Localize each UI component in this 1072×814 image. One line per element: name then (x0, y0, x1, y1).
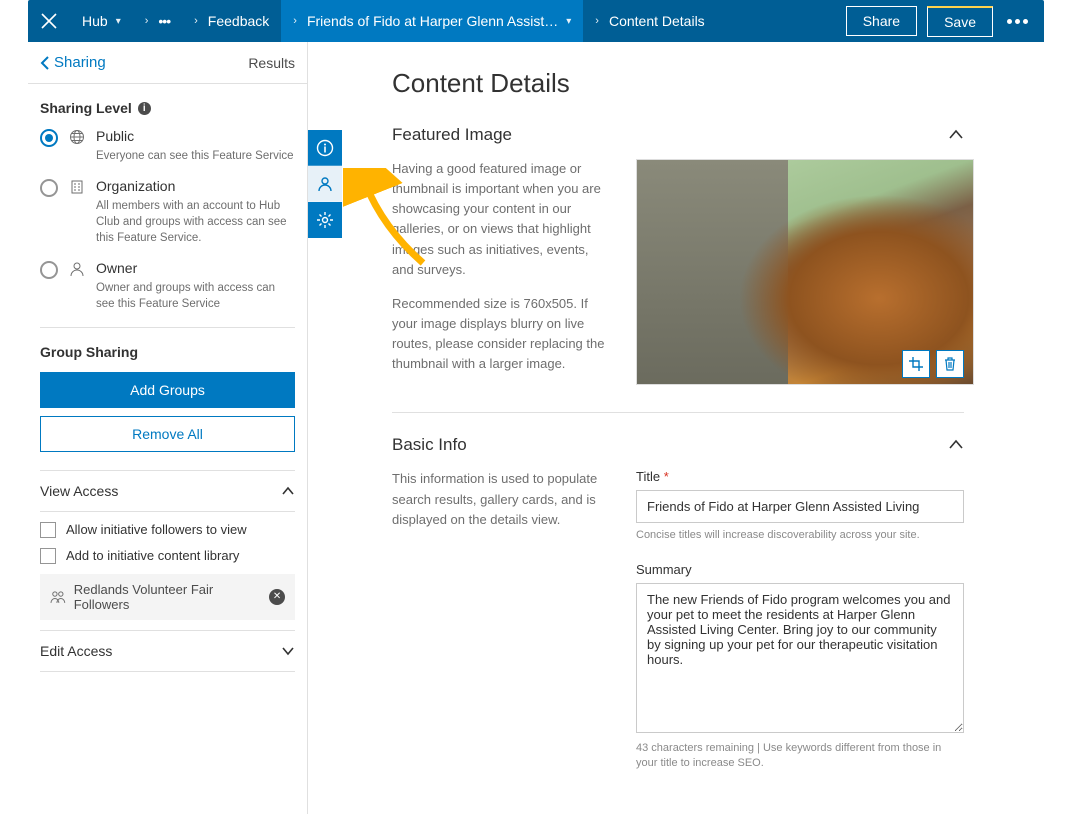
basic-intro: This information is used to populate sea… (392, 469, 612, 529)
title-help: Concise titles will increase discoverabi… (636, 528, 964, 543)
crop-image-button[interactable] (902, 350, 930, 378)
allow-followers-label: Allow initiative followers to view (66, 522, 247, 537)
section-basic-info: Basic Info This information is used to p… (392, 435, 964, 813)
back-sharing-link[interactable]: Sharing (40, 54, 106, 71)
group-sharing-title: Group Sharing (40, 344, 295, 360)
summary-label: Summary (636, 562, 964, 577)
breadcrumb-more[interactable]: › ••• (133, 0, 182, 42)
radio-organization[interactable]: Organization All members with an account… (40, 178, 295, 246)
edit-access-label: Edit Access (40, 643, 112, 659)
remove-group-icon[interactable]: ✕ (269, 589, 285, 605)
featured-desc-2: Recommended size is 760x505. If your ima… (392, 294, 612, 375)
share-button[interactable]: Share (846, 6, 917, 36)
section-featured-image: Featured Image Having a good featured im… (392, 125, 964, 413)
info-icon[interactable]: i (138, 102, 151, 115)
radio-public-desc: Everyone can see this Feature Service (96, 148, 295, 164)
person-icon (68, 261, 86, 277)
title-input[interactable] (636, 490, 964, 523)
caret-down-icon: ▾ (566, 16, 571, 27)
group-chip: Redlands Volunteer Fair Followers ✕ (40, 574, 295, 620)
group-chip-label: Redlands Volunteer Fair Followers (74, 582, 270, 612)
view-access-toggle[interactable]: View Access (40, 470, 295, 512)
chevron-right-icon: › (595, 15, 599, 27)
tab-sharing[interactable] (308, 166, 342, 202)
featured-heading: Featured Image (392, 125, 512, 145)
breadcrumb-hub[interactable]: Hub ▾ (70, 0, 133, 42)
chevron-left-icon (40, 56, 50, 70)
summary-input[interactable] (636, 583, 964, 733)
top-bar: Hub ▾ › ••• › Feedback › Friends of Fido… (28, 0, 1044, 42)
chevron-right-icon: › (194, 15, 198, 27)
radio-owner[interactable]: Owner Owner and groups with access can s… (40, 260, 295, 312)
breadcrumb-hub-label: Hub (82, 13, 108, 29)
page-title: Content Details (392, 68, 964, 99)
radio-owner-desc: Owner and groups with access can see thi… (96, 280, 295, 312)
chevron-down-icon (281, 644, 295, 658)
people-icon (50, 590, 66, 604)
save-button[interactable]: Save (927, 6, 993, 37)
add-groups-button[interactable]: Add Groups (40, 372, 295, 408)
title-label: Title * (636, 469, 964, 484)
remove-all-button[interactable]: Remove All (40, 416, 295, 452)
radio-org-label: Organization (96, 178, 295, 194)
close-icon[interactable] (28, 0, 70, 42)
chevron-up-icon[interactable] (948, 127, 964, 143)
chevron-up-icon (281, 484, 295, 498)
delete-image-button[interactable] (936, 350, 964, 378)
breadcrumb-ellipsis: ••• (158, 13, 170, 29)
checkbox-add-library[interactable]: Add to initiative content library (40, 548, 295, 564)
sharing-level-title: Sharing Level i (40, 100, 295, 116)
globe-icon (68, 129, 86, 145)
checkbox-allow-followers[interactable]: Allow initiative followers to view (40, 522, 295, 538)
edit-access-toggle[interactable]: Edit Access (40, 630, 295, 672)
side-panel: Sharing Results Sharing Level i Public E (28, 42, 308, 814)
breadcrumb-item-label: Friends of Fido at Harper Glenn Assist… (307, 13, 558, 29)
radio-org-desc: All members with an account to Hub Club … (96, 198, 295, 246)
caret-down-icon: ▾ (116, 16, 121, 27)
building-icon (68, 179, 86, 195)
chevron-right-icon: › (145, 15, 149, 27)
view-access-label: View Access (40, 483, 118, 499)
results-link[interactable]: Results (248, 55, 295, 71)
tab-rail (308, 130, 342, 238)
featured-desc-1: Having a good featured image or thumbnai… (392, 159, 612, 280)
more-menu-icon[interactable] (1003, 19, 1032, 24)
radio-owner-label: Owner (96, 260, 295, 276)
radio-public[interactable]: Public Everyone can see this Feature Ser… (40, 128, 295, 164)
summary-help: 43 characters remaining | Use keywords d… (636, 741, 964, 772)
breadcrumb-feedback-label: Feedback (208, 13, 269, 29)
breadcrumb-item[interactable]: › Friends of Fido at Harper Glenn Assist… (281, 0, 583, 42)
radio-public-label: Public (96, 128, 295, 144)
breadcrumb-feedback[interactable]: › Feedback (182, 0, 281, 42)
main-content: Content Details Featured Image Having a … (308, 42, 1044, 814)
basic-heading: Basic Info (392, 435, 467, 455)
breadcrumb-tail-label: Content Details (609, 13, 705, 29)
chevron-up-icon[interactable] (948, 437, 964, 453)
add-library-label: Add to initiative content library (66, 548, 239, 563)
tab-settings[interactable] (308, 202, 342, 238)
tab-info[interactable] (308, 130, 342, 166)
back-label: Sharing (54, 54, 106, 71)
breadcrumb-tail[interactable]: › Content Details (583, 0, 716, 42)
chevron-right-icon: › (293, 15, 297, 27)
